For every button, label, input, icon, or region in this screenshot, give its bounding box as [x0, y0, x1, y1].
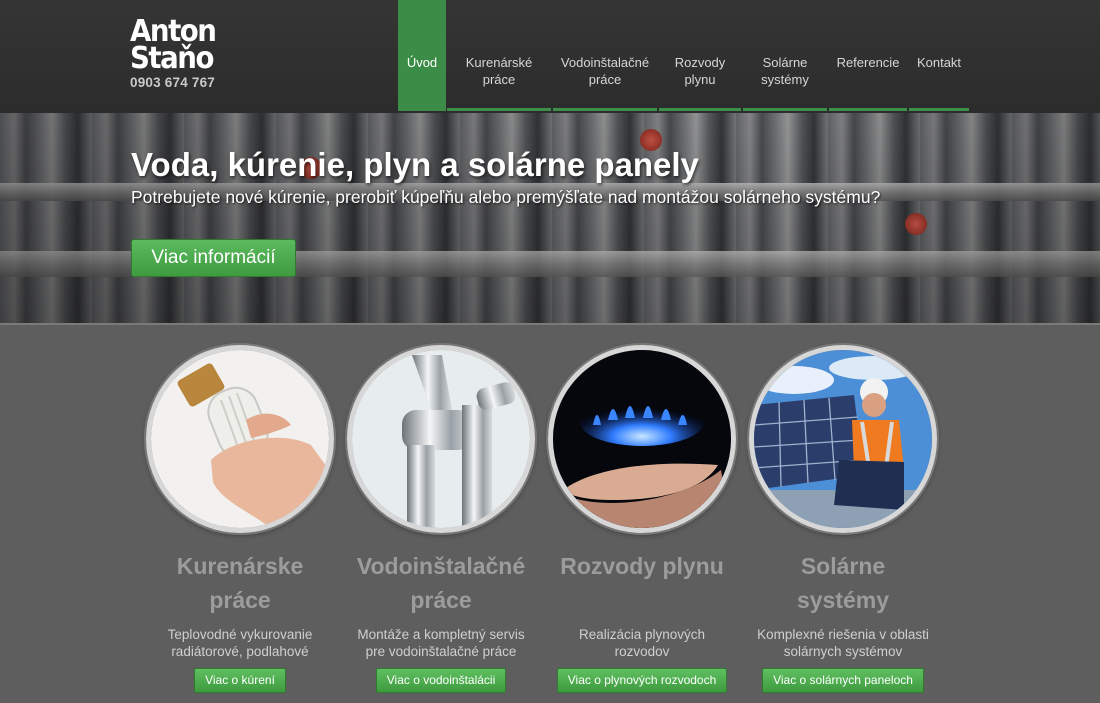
service-description: Realizácia plynových rozvodov	[578, 627, 706, 659]
service-card-kurenie: Kurenárske práce Teplovodné vykurovanie …	[140, 345, 340, 693]
hero-subtitle: Potrebujete nové kúrenie, prerobiť kúpeľ…	[131, 187, 881, 207]
more-info-button[interactable]: Viac informácií	[131, 239, 296, 277]
main-nav: Úvod Kurenárské práce Vodoinštalačné prá…	[398, 0, 970, 111]
logo-phone: 0903 674 767	[130, 75, 215, 90]
more-plumbing-button[interactable]: Viac o vodoinštalácii	[375, 668, 507, 693]
nav-item-rozvody-plynu[interactable]: Rozvody plynu	[658, 0, 742, 111]
solar-panel-worker-icon[interactable]	[749, 345, 937, 533]
thermostat-valve-icon[interactable]	[146, 345, 334, 533]
more-gas-button[interactable]: Viac o plynových rozvodoch	[556, 668, 728, 693]
logo[interactable]: Anton Staňo 0903 674 767	[130, 14, 240, 91]
service-description: Montáže a kompletný servis pre vodoinšta…	[357, 627, 525, 659]
service-description: Komplexné riešenia v oblasti solárnych s…	[757, 627, 929, 659]
logo-name: Anton Staňo	[130, 14, 217, 76]
service-title: Vodoinštalačné práce	[356, 553, 526, 613]
nav-item-vodoinstalacne-prace[interactable]: Vodoinštalačné práce	[552, 0, 658, 111]
hero-banner: Voda, kúrenie, plyn a solárne panely Pot…	[0, 113, 1100, 323]
service-card-solar: Solárne systémy Komplexné riešenia v obl…	[743, 345, 943, 693]
more-solar-button[interactable]: Viac o solárnych paneloch	[762, 668, 924, 693]
service-title: Rozvody plynu	[560, 553, 724, 579]
water-faucet-icon[interactable]	[347, 345, 535, 533]
service-description: Teplovodné vykurovanie radiátorové, podl…	[167, 627, 313, 659]
nav-item-uvod[interactable]: Úvod	[398, 0, 446, 111]
service-card-vodoinstalacia: Vodoinštalačné práce Montáže a kompletný…	[341, 345, 541, 693]
hero-overlay	[0, 113, 1100, 323]
more-heating-button[interactable]: Viac o kúrení	[194, 668, 286, 693]
gas-flame-icon[interactable]	[548, 345, 736, 533]
site-header: Anton Staňo 0903 674 767 Úvod Kurenárské…	[0, 0, 1100, 113]
service-title: Kurenárske práce	[176, 553, 304, 613]
nav-item-kontakt[interactable]: Kontakt	[908, 0, 970, 111]
nav-item-kurenarske-prace[interactable]: Kurenárské práce	[446, 0, 552, 111]
nav-item-referencie[interactable]: Referencie	[828, 0, 908, 111]
nav-item-solarne-systemy[interactable]: Solárne systémy	[742, 0, 828, 111]
services-section: Kurenárske práce Teplovodné vykurovanie …	[0, 323, 1100, 703]
service-card-plyn: Rozvody plynu Realizácia plynových rozvo…	[542, 345, 742, 693]
hero-title: Voda, kúrenie, plyn a solárne panely	[131, 146, 699, 183]
service-title: Solárne systémy	[796, 553, 890, 613]
